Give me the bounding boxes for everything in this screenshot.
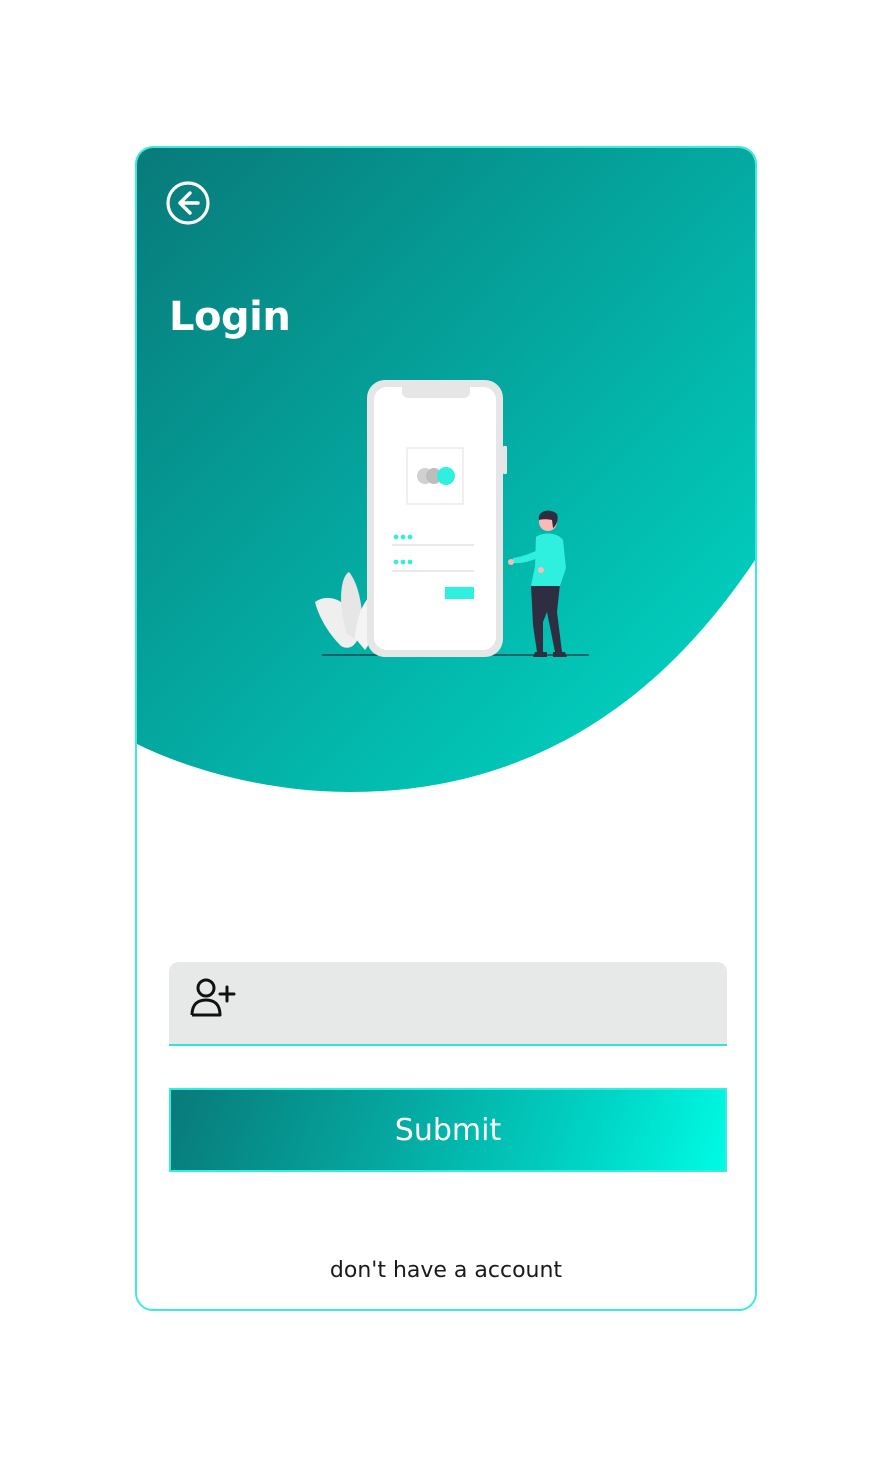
page-title: Login (169, 294, 291, 340)
user-plus-icon (190, 978, 236, 1017)
username-input[interactable] (255, 962, 719, 1046)
signup-link[interactable]: don't have a account (137, 1258, 755, 1283)
submit-button[interactable]: Submit (169, 1088, 727, 1172)
login-illustration (315, 380, 589, 657)
back-button[interactable] (165, 180, 211, 226)
phone (367, 380, 507, 657)
username-input-wrapper (169, 962, 727, 1046)
login-card: Login Submit don't have a account (135, 146, 757, 1311)
person (508, 510, 567, 657)
arrow-left-circle-icon (166, 181, 210, 225)
